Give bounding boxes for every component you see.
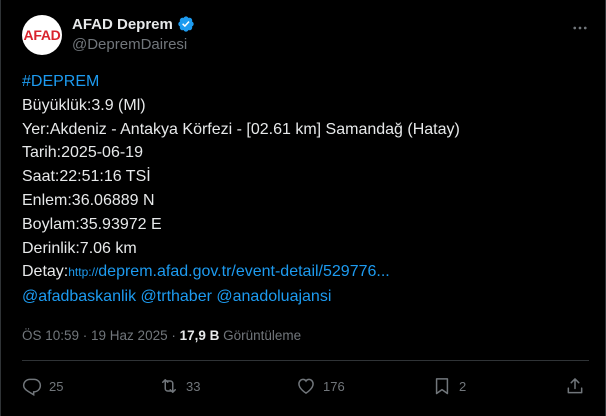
- more-options-icon[interactable]: [569, 18, 591, 38]
- reply-icon: [22, 378, 42, 396]
- views-count: 17,9 B: [179, 328, 220, 343]
- retweet-button[interactable]: 33: [159, 376, 200, 396]
- detail-url-link[interactable]: deprem.afad.gov.tr/event-detail/529776..…: [98, 263, 389, 280]
- detail-label: Detay:: [22, 263, 69, 281]
- like-count: 176: [323, 378, 345, 394]
- latitude-line: Enlem:36.06889 N: [22, 191, 155, 209]
- hashtag-link[interactable]: #DEPREM: [22, 70, 592, 94]
- timestamp[interactable]: ÖS 10:59 · 19 Haz 2025 ·: [22, 328, 180, 343]
- retweet-icon: [162, 379, 176, 393]
- detail-line: Detay:http://deprem.afad.gov.tr/event-de…: [22, 260, 592, 285]
- mentions-line: @afadbaskanlik @trthaber @anadoluajansi: [22, 285, 592, 309]
- mention-link[interactable]: @afadbaskanlik: [22, 288, 136, 305]
- views-label: Görüntüleme: [219, 328, 302, 343]
- share-icon: [567, 378, 583, 394]
- tweet-card: AFAD AFAD Deprem @DepremDairesi #DEPREM …: [0, 0, 606, 416]
- tweet-text: #DEPREM Büyüklük:3.9 (Ml) Yer:Akdeniz - …: [22, 70, 592, 309]
- bookmark-button[interactable]: 2: [432, 376, 466, 396]
- longitude-line: Boylam:35.93972 E: [22, 215, 162, 233]
- detail-url-prefix[interactable]: http://: [68, 265, 98, 279]
- heart-icon: [298, 378, 314, 394]
- mention-link[interactable]: @trthaber: [141, 288, 212, 305]
- action-bar: 25 33 176 2: [22, 376, 590, 400]
- location-line: Yer:Akdeniz - Antakya Körfezi - [02.61 k…: [22, 120, 460, 138]
- time-line: Saat:22:51:16 TSİ: [22, 168, 151, 186]
- reply-button[interactable]: 25: [22, 376, 63, 396]
- author-display-name[interactable]: AFAD Deprem: [72, 16, 173, 33]
- tweet-meta: ÖS 10:59 · 19 Haz 2025 · 17,9 B Görüntül…: [22, 328, 301, 343]
- avatar[interactable]: AFAD: [22, 15, 62, 55]
- bookmark-icon: [435, 378, 449, 395]
- reply-count: 25: [49, 378, 64, 394]
- divider: [22, 360, 589, 361]
- bookmark-count: 2: [459, 378, 467, 394]
- verified-badge-icon: [178, 16, 194, 32]
- magnitude-line: Büyüklük:3.9 (Ml): [22, 96, 146, 114]
- like-button[interactable]: 176: [296, 376, 345, 396]
- share-button[interactable]: [565, 376, 585, 396]
- author-handle[interactable]: @DepremDairesi: [72, 36, 187, 53]
- date-line: Tarih:2025-06-19: [22, 144, 143, 162]
- author-name-row: AFAD Deprem: [72, 15, 195, 33]
- depth-line: Derinlik:7.06 km: [22, 239, 137, 257]
- retweet-count: 33: [186, 378, 201, 394]
- afad-logo: AFAD: [23, 27, 61, 43]
- mention-link[interactable]: @anadoluajansi: [216, 288, 331, 305]
